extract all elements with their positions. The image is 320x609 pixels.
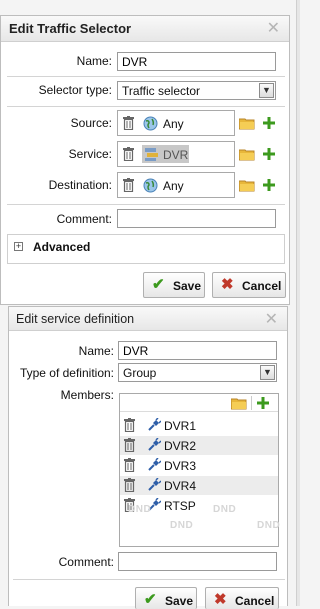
globe-icon [143, 178, 158, 193]
members-list[interactable]: DVR1 DVR2 DVR3 DVR4 RTSP DND DND DND DND [119, 393, 281, 547]
add-plus-icon[interactable] [263, 179, 275, 191]
plug-icon [147, 417, 162, 435]
edit-service-definition-dialog: Edit service definition ✕ Name: Type of … [8, 306, 288, 609]
service-value: DVR [163, 148, 189, 162]
source-field[interactable]: Any [117, 110, 235, 136]
dnd-watermark: DND [213, 504, 237, 515]
dnd-watermark: DND [170, 520, 194, 531]
add-plus-icon[interactable] [257, 397, 269, 409]
type-of-definition-value: Group [123, 366, 157, 380]
cross-icon: ✖ [221, 276, 234, 293]
member-name: DVR2 [164, 439, 197, 453]
plug-icon [147, 457, 162, 475]
member-row[interactable]: DVR2 [120, 436, 278, 455]
member-row[interactable]: DVR3 [120, 456, 278, 475]
service-label: Service: [68, 147, 112, 161]
dnd-watermark: DND [128, 504, 152, 515]
trash-icon[interactable] [123, 178, 134, 192]
chevron-down-icon[interactable]: ▼ [260, 365, 275, 380]
trash-icon[interactable] [124, 478, 135, 495]
name-input[interactable] [118, 341, 277, 360]
divider [13, 579, 285, 580]
members-label: Members: [60, 388, 114, 402]
save-label: Save [173, 279, 202, 293]
trash-icon[interactable] [123, 116, 134, 130]
expand-plus-icon[interactable]: + [14, 242, 23, 251]
service-group-icon [144, 147, 160, 165]
divider [7, 106, 285, 107]
cancel-label: Cancel [242, 279, 282, 293]
folder-icon[interactable] [239, 117, 255, 130]
selector-type-label: Selector type: [38, 83, 112, 97]
name-label: Name: [78, 344, 114, 358]
member-name: DVR1 [164, 419, 197, 433]
chevron-down-icon[interactable]: ▼ [259, 83, 274, 98]
cancel-button[interactable]: ✖ Cancel [212, 272, 286, 298]
source-value: Any [163, 117, 184, 131]
dialog-title: Edit Traffic Selector [9, 21, 132, 36]
plug-icon [147, 477, 162, 495]
members-toolbar [120, 394, 278, 412]
selector-type-select[interactable]: Traffic selector ▼ [117, 81, 276, 100]
comment-label: Comment: [58, 555, 114, 569]
member-row[interactable]: DVR4 [120, 476, 278, 495]
advanced-section-toggle[interactable]: + Advanced [7, 234, 285, 264]
trash-icon[interactable] [123, 147, 134, 161]
divider [7, 76, 285, 77]
comment-input[interactable] [117, 209, 276, 228]
dialog-titlebar[interactable]: Edit Traffic Selector ✕ [1, 16, 289, 42]
close-icon[interactable]: ✕ [267, 18, 280, 38]
destination-field[interactable]: Any [117, 172, 235, 198]
edit-traffic-selector-dialog: Edit Traffic Selector ✕ Name: Selector t… [0, 15, 290, 305]
folder-icon[interactable] [231, 397, 247, 410]
trash-icon[interactable] [124, 458, 135, 475]
folder-icon[interactable] [239, 148, 255, 161]
name-label: Name: [76, 54, 112, 68]
selector-type-value: Traffic selector [122, 84, 201, 98]
comment-label: Comment: [56, 212, 112, 226]
destination-value: Any [163, 179, 184, 193]
toolbar-separator [251, 396, 252, 410]
plug-icon [147, 437, 162, 455]
add-plus-icon[interactable] [263, 148, 275, 160]
add-plus-icon[interactable] [263, 117, 275, 129]
advanced-label: Advanced [33, 240, 91, 254]
divider [7, 204, 285, 205]
destination-label: Destination: [48, 178, 112, 192]
type-of-definition-select[interactable]: Group ▼ [118, 363, 277, 382]
trash-icon[interactable] [124, 438, 135, 455]
service-field[interactable]: DVR [117, 141, 235, 167]
dialog-title: Edit service definition [16, 312, 135, 326]
member-row[interactable]: DVR1 [120, 416, 278, 435]
globe-icon [143, 116, 158, 131]
folder-icon[interactable] [239, 179, 255, 192]
trash-icon[interactable] [124, 418, 135, 435]
member-name: RTSP [164, 499, 196, 513]
member-name: DVR4 [164, 479, 197, 493]
dialog-titlebar[interactable]: Edit service definition ✕ [9, 307, 287, 331]
name-input[interactable] [117, 52, 276, 71]
background-panel-edge [296, 0, 300, 606]
member-name: DVR3 [164, 459, 197, 473]
type-of-definition-label: Type of definition: [19, 366, 114, 380]
source-label: Source: [70, 116, 112, 130]
close-icon[interactable]: ✕ [265, 309, 278, 329]
checkmark-icon: ✔ [152, 276, 165, 293]
comment-input[interactable] [118, 552, 277, 571]
save-button[interactable]: ✔ Save [143, 272, 205, 298]
dnd-watermark: DND [257, 520, 281, 531]
